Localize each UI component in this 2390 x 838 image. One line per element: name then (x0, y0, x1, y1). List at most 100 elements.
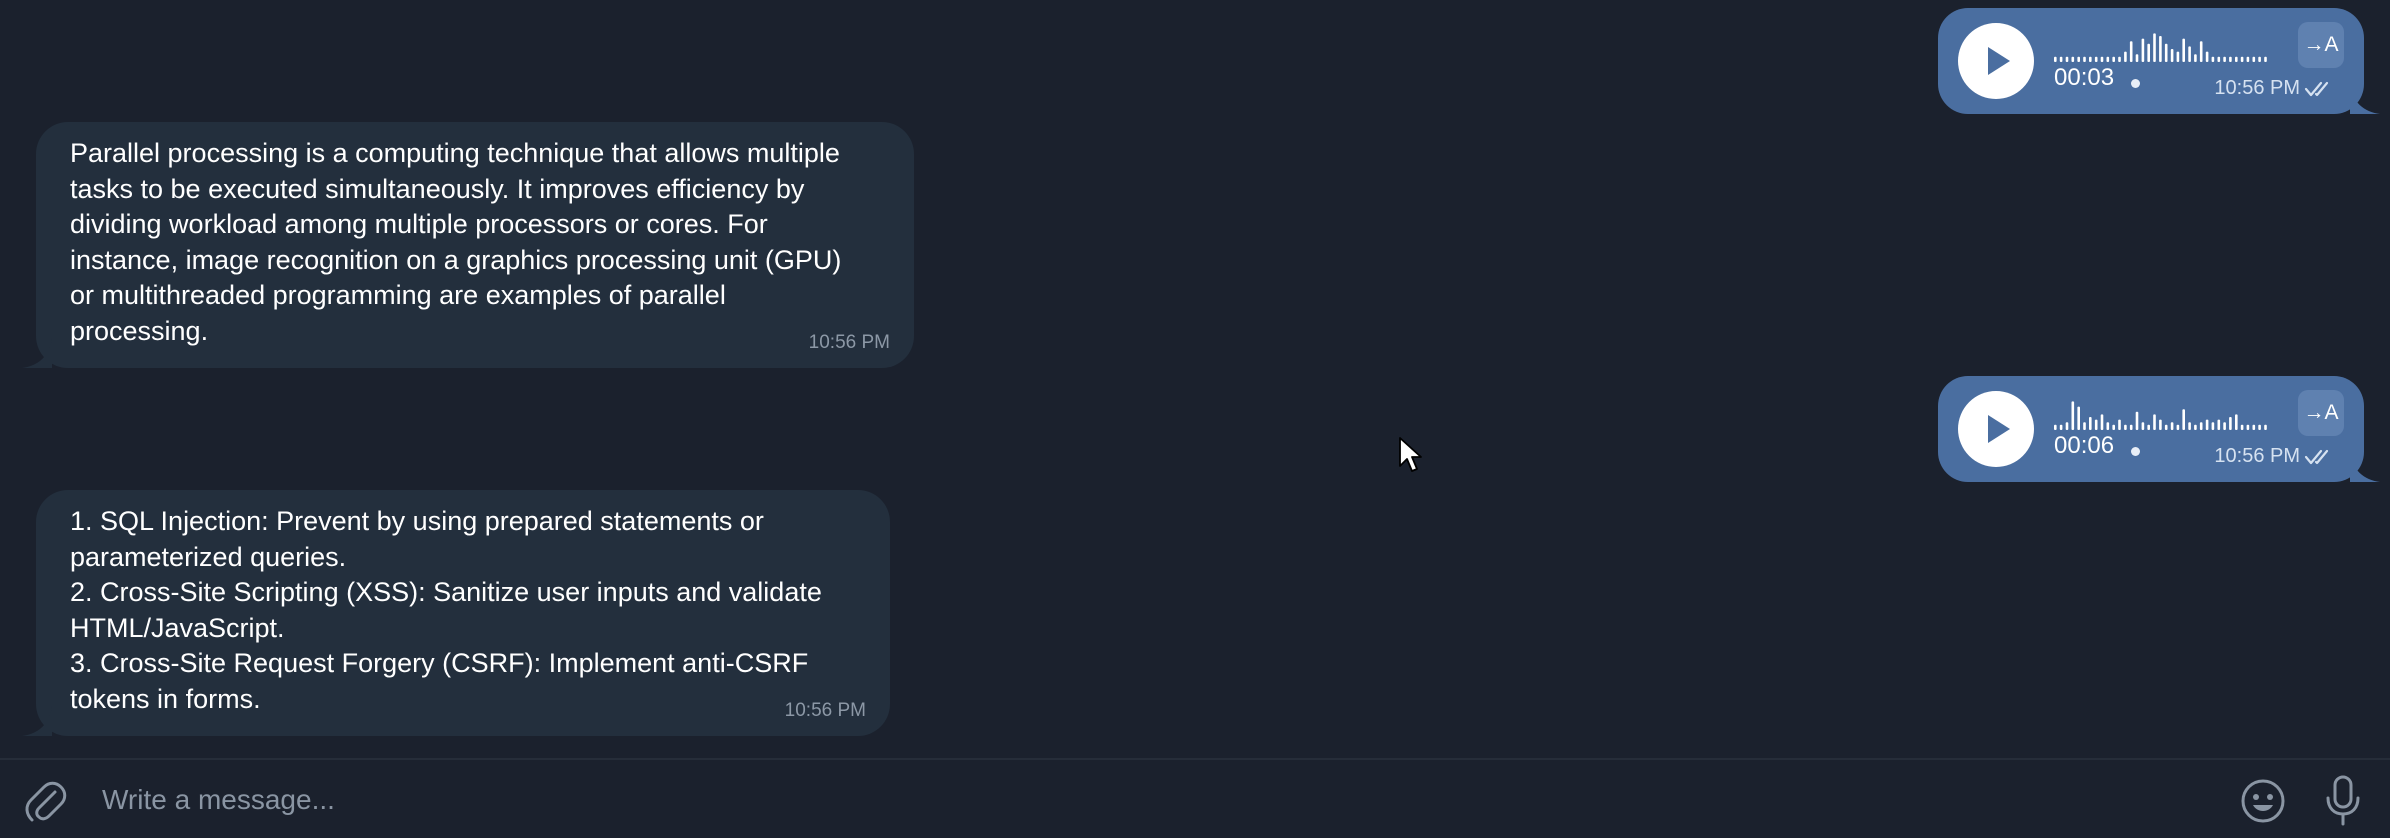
waveform-bar (2077, 406, 2080, 430)
waveform-bar (2164, 43, 2168, 62)
waveform-bar (2083, 56, 2086, 62)
waveform-bar (2170, 49, 2174, 62)
transcribe-button[interactable]: →A (2298, 22, 2344, 68)
message-text: 1. SQL Injection: Prevent by using prepa… (70, 506, 822, 714)
waveform-bar (2106, 56, 2110, 62)
waveform-bar (2094, 419, 2098, 430)
bubble-tail (22, 706, 52, 736)
waveform-bar (2054, 56, 2057, 62)
voice-duration: 00:03 (2054, 64, 2115, 91)
waveform-bar (2194, 424, 2197, 430)
paperclip-icon[interactable] (22, 778, 68, 824)
waveform-bar (2229, 417, 2232, 430)
waveform-bar (2170, 422, 2174, 430)
waveform-bar (2106, 422, 2110, 430)
waveform-bar (2153, 414, 2156, 430)
microphone-icon[interactable] (2320, 774, 2366, 828)
double-check-icon (2304, 449, 2329, 465)
double-check-icon (2304, 81, 2329, 97)
voice-message-outgoing: 00:06 →A 10:56 PM (1938, 376, 2380, 482)
waveform-bar (2065, 422, 2069, 430)
waveform-bar (2205, 419, 2209, 430)
waveform-bar (2211, 422, 2215, 430)
waveform-bar (2252, 56, 2256, 62)
waveform-bar (2164, 424, 2168, 430)
unplayed-dot (2131, 447, 2140, 456)
waveform-bar (2223, 422, 2226, 430)
waveform-bar (2182, 409, 2185, 430)
smiley-icon[interactable] (2240, 778, 2286, 824)
waveform-bar (2229, 56, 2232, 62)
waveform-bar (2118, 419, 2121, 430)
waveform-bar (2194, 54, 2197, 62)
play-button[interactable] (1958, 23, 2034, 99)
waveform-bar (2258, 56, 2261, 62)
waveform-bar (2176, 51, 2180, 62)
waveform-bar (2217, 419, 2221, 430)
waveform-bar (2129, 41, 2133, 62)
chat-window: 00:03 →A 10:56 PM Parallel processing is… (0, 0, 2390, 838)
waveform-bar (2147, 43, 2150, 62)
waveform-bar (2235, 414, 2238, 430)
mouse-cursor-icon (1399, 437, 1422, 472)
waveform-bar (2217, 56, 2221, 62)
waveform-bar (2153, 33, 2156, 62)
message-composer (0, 758, 2390, 838)
waveform-bar (2182, 38, 2185, 62)
voice-duration: 00:06 (2054, 432, 2115, 459)
waveform-bar (2188, 422, 2191, 430)
waveform-bar (2159, 36, 2162, 62)
waveform-bar (2077, 56, 2080, 62)
waveform-bar (2252, 424, 2256, 430)
waveform-bar (2100, 414, 2104, 430)
waveform-bar (2188, 46, 2191, 62)
voice-message-outgoing: 00:03 →A 10:56 PM (1938, 8, 2380, 114)
play-icon (1988, 47, 2010, 75)
waveform-bar (2246, 56, 2250, 62)
waveform-bar (2235, 56, 2238, 62)
waveform-bar (2065, 56, 2069, 62)
waveform-bar (2100, 56, 2104, 62)
play-button[interactable] (1958, 391, 2034, 467)
waveform-bar (2199, 41, 2203, 62)
transcribe-button[interactable]: →A (2298, 390, 2344, 436)
waveform-bar (2176, 424, 2180, 430)
play-icon (1988, 415, 2010, 443)
message-incoming[interactable]: Parallel processing is a computing techn… (22, 122, 914, 368)
waveform-bar (2147, 424, 2150, 430)
message-text: Parallel processing is a computing techn… (70, 138, 842, 346)
waveform-bar (2223, 56, 2226, 62)
waveform-bar (2205, 51, 2209, 62)
message-time: 10:56 PM (784, 700, 866, 721)
waveform-bar (2159, 419, 2162, 430)
waveform-bar (2124, 51, 2127, 62)
waveform-bar (2240, 56, 2244, 62)
waveform-bar (2258, 424, 2261, 430)
waveform-bar (2141, 422, 2145, 430)
waveform-bar (2199, 422, 2203, 430)
message-input[interactable] (100, 774, 2204, 826)
message-list[interactable]: 00:03 →A 10:56 PM Parallel processing is… (0, 0, 2390, 758)
waveform-bar (2059, 56, 2063, 62)
bubble-tail (22, 338, 52, 368)
waveform-bar (2141, 38, 2145, 62)
waveform-bar (2129, 424, 2133, 430)
waveform-bar (2112, 424, 2115, 430)
waveform-bar (2112, 56, 2115, 62)
waveform-bar (2264, 56, 2267, 62)
waveform-bar (2246, 424, 2250, 430)
message-time: 10:56 PM (2214, 77, 2300, 99)
waveform-bar (2089, 56, 2092, 62)
waveform-bar (2211, 56, 2215, 62)
message-time: 10:56 PM (808, 332, 890, 353)
waveform-bar (2089, 417, 2092, 430)
waveform-bar (2264, 424, 2267, 430)
waveform-bar (2083, 422, 2086, 430)
waveform-bar (2135, 54, 2139, 62)
waveform-bar (2054, 424, 2057, 430)
waveform-bar (2118, 56, 2121, 62)
waveform-bar (2071, 56, 2075, 62)
message-incoming[interactable]: 1. SQL Injection: Prevent by using prepa… (22, 490, 890, 736)
waveform-bar (2135, 411, 2139, 430)
bubble-tail (2350, 84, 2380, 114)
